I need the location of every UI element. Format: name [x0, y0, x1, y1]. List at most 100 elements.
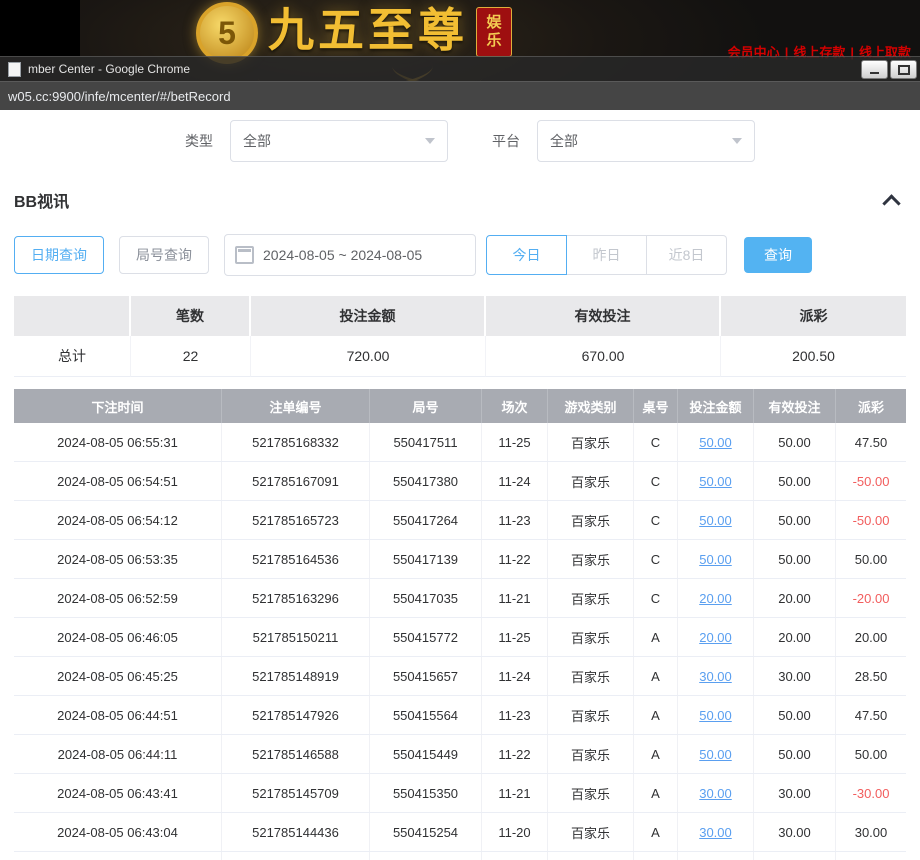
- summary-header-cell: 投注金额: [251, 296, 486, 336]
- summary-header-cell: 派彩: [721, 296, 906, 336]
- table-row: 2024-08-05 06:45:25521785148919550415657…: [14, 657, 906, 696]
- bet-amount[interactable]: 50.00: [678, 735, 754, 773]
- bet-amount[interactable]: 30.00: [678, 813, 754, 851]
- session: 11-20: [482, 813, 548, 851]
- session: 11-23: [482, 501, 548, 539]
- header-dark-corner: [0, 0, 80, 57]
- gold-coin-icon: 5: [196, 2, 258, 64]
- range-button-0[interactable]: 今日: [486, 235, 567, 275]
- logo-badge: 娱乐: [476, 7, 512, 57]
- type-filter-label: 类型: [185, 131, 213, 151]
- bet-amount[interactable]: 50.00: [678, 540, 754, 578]
- table-no: A: [634, 696, 678, 734]
- round-no: 550415350: [370, 774, 482, 812]
- order-no: 521785146588: [222, 735, 370, 773]
- date-query-button[interactable]: 日期查询: [14, 236, 104, 274]
- bet-amount[interactable]: 50.00: [678, 696, 754, 734]
- payout: -50.00: [836, 462, 906, 500]
- bet-time: 2024-08-05 06:54:12: [14, 501, 222, 539]
- query-bar: 日期查询 局号查询 2024-08-05 ~ 2024-08-05 今日昨日近8…: [14, 234, 906, 276]
- address-bar[interactable]: w05.cc:9900/infe/mcenter/#/betRecord: [0, 81, 920, 110]
- bet-time: 2024-08-05 06:45:25: [14, 657, 222, 695]
- valid-bet: 20.00: [754, 579, 836, 617]
- collapse-chevron-up-icon[interactable]: [882, 194, 900, 212]
- chevron-down-icon: [425, 138, 435, 144]
- payout: 47.50: [836, 696, 906, 734]
- payout: 47.50: [836, 423, 906, 461]
- order-no: 521785147926: [222, 696, 370, 734]
- bet-time: 2024-08-05 06:52:59: [14, 579, 222, 617]
- summary-value-cell: 22: [131, 336, 251, 377]
- table-row: 2024-08-05 06:46:05521785150211550415772…: [14, 618, 906, 657]
- bet-time: 2024-08-05 06:46:05: [14, 618, 222, 656]
- bet-time: 2024-08-05 06:53:35: [14, 540, 222, 578]
- table-no: A: [634, 618, 678, 656]
- round-no: 550417264: [370, 501, 482, 539]
- date-range-value: 2024-08-05 ~ 2024-08-05: [263, 247, 422, 263]
- round-no: 550415449: [370, 735, 482, 773]
- page-content: 类型 全部 平台 全部 BB视讯 日期查询 局号查询: [0, 110, 920, 860]
- bet-column-header: 有效投注: [754, 389, 836, 423]
- bet-column-header: 桌号: [634, 389, 678, 423]
- bet-time: 2024-08-05 06:43:41: [14, 774, 222, 812]
- window-title-bar[interactable]: mber Center - Google Chrome: [0, 56, 920, 81]
- table-no: C: [634, 579, 678, 617]
- bet-column-header: 场次: [482, 389, 548, 423]
- session: 11-24: [482, 462, 548, 500]
- platform-filter-label: 平台: [492, 131, 520, 151]
- session: 11-23: [482, 696, 548, 734]
- session: 11-22: [482, 540, 548, 578]
- platform-filter-select[interactable]: 全部: [537, 120, 755, 162]
- session: 11-21: [482, 774, 548, 812]
- range-button-1[interactable]: 昨日: [567, 235, 647, 275]
- bet-amount[interactable]: 20.00: [678, 618, 754, 656]
- session: 11-19: [482, 852, 548, 860]
- bet-amount[interactable]: 30.00: [678, 852, 754, 860]
- order-no: 521785165723: [222, 501, 370, 539]
- round-no: 550417035: [370, 579, 482, 617]
- valid-bet: 30.00: [754, 657, 836, 695]
- table-row: 2024-08-05 06:54:12521785165723550417264…: [14, 501, 906, 540]
- table-row: 2024-08-05 06:43:41521785145709550415350…: [14, 774, 906, 813]
- date-range-input[interactable]: 2024-08-05 ~ 2024-08-05: [224, 234, 476, 276]
- bet-amount[interactable]: 50.00: [678, 423, 754, 461]
- maximize-icon: [898, 65, 910, 75]
- search-button[interactable]: 查询: [744, 237, 812, 273]
- filter-row: 类型 全部 平台 全部: [185, 110, 920, 162]
- table-row: 2024-08-05 06:54:51521785167091550417380…: [14, 462, 906, 501]
- table-row: 2024-08-05 06:44:11521785146588550415449…: [14, 735, 906, 774]
- bet-amount[interactable]: 30.00: [678, 774, 754, 812]
- bet-table: 下注时间注单编号局号场次游戏类别桌号投注金额有效投注派彩 2024-08-05 …: [14, 389, 906, 860]
- bet-amount[interactable]: 30.00: [678, 657, 754, 695]
- chrome-window: mber Center - Google Chrome w05.cc:9900/…: [0, 56, 920, 860]
- minimize-icon: [870, 72, 879, 74]
- round-no: 550417139: [370, 540, 482, 578]
- round-no: 550417380: [370, 462, 482, 500]
- valid-bet: 50.00: [754, 462, 836, 500]
- round-no: 550415657: [370, 657, 482, 695]
- payout: 30.00: [836, 813, 906, 851]
- table-no: A: [634, 774, 678, 812]
- order-no: 521785167091: [222, 462, 370, 500]
- maximize-button[interactable]: [890, 60, 917, 79]
- valid-bet: 50.00: [754, 423, 836, 461]
- summary-value-cell: 720.00: [251, 336, 486, 377]
- bet-amount[interactable]: 50.00: [678, 501, 754, 539]
- game-type: 百家乐: [548, 852, 634, 860]
- bet-amount[interactable]: 50.00: [678, 462, 754, 500]
- type-filter-select[interactable]: 全部: [230, 120, 448, 162]
- bet-amount[interactable]: 20.00: [678, 579, 754, 617]
- payout: 30.00: [836, 852, 906, 860]
- round-query-button[interactable]: 局号查询: [119, 236, 209, 274]
- summary-header-cell: [14, 296, 131, 336]
- table-no: C: [634, 540, 678, 578]
- table-no: C: [634, 501, 678, 539]
- summary-value-cell: 200.50: [721, 336, 906, 377]
- range-button-2[interactable]: 近8日: [647, 235, 727, 275]
- minimize-button[interactable]: [861, 60, 888, 79]
- valid-bet: 50.00: [754, 501, 836, 539]
- order-no: 521785148919: [222, 657, 370, 695]
- calendar-icon: [235, 246, 254, 264]
- bet-time: 2024-08-05 06:43:04: [14, 813, 222, 851]
- valid-bet: 30.00: [754, 774, 836, 812]
